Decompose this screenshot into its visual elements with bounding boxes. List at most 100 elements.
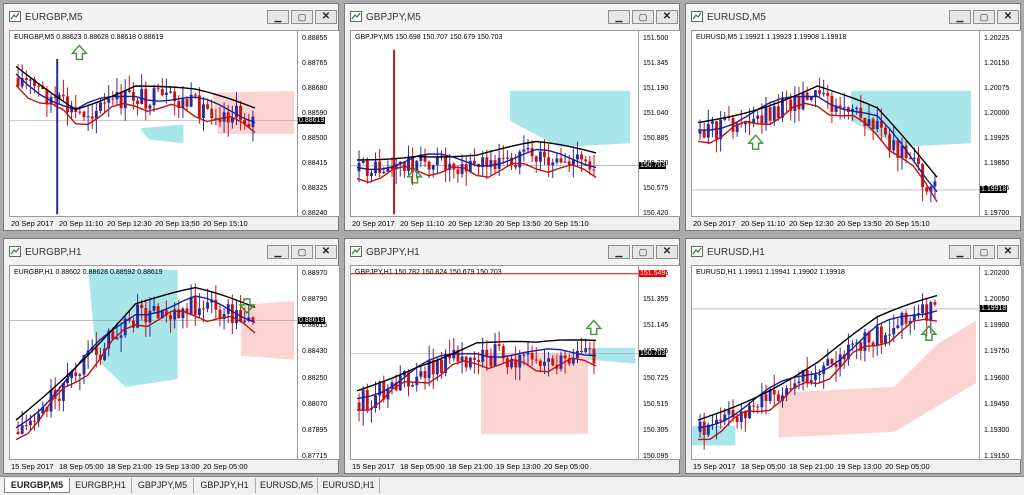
chart-window-eurusd-m5[interactable]: EURUSD,M5 ▁ ▢ ✕ EURUSD,M5 1.19921 1.19923 1.… (685, 3, 1022, 231)
time-tick-label: 20 Sep 13:50 (496, 219, 541, 228)
close-button[interactable]: ✕ (656, 245, 678, 259)
candle-body (543, 361, 546, 366)
price-axis[interactable]: 151.565151.355151.145150.935150.725150.5… (639, 265, 681, 460)
current-price-label: 1.19918 (980, 185, 1008, 193)
time-tick-label: 20 Sep 05:00 (544, 462, 589, 471)
price-tick-label: 1.20050 (984, 296, 1010, 304)
close-button[interactable]: ✕ (997, 10, 1019, 24)
chart-window-gbpjpy-m5[interactable]: GBPJPY,M5 ▁ ▢ ✕ GBPJPY,M5 150.698 150.707 15… (344, 3, 681, 231)
chart-quote-info: EURUSD,M5 1.19921 1.19923 1.19908 1.1991… (696, 34, 847, 41)
candle-body (427, 161, 431, 170)
maximize-button[interactable]: ▢ (291, 245, 313, 259)
chart-tab-eurgbp-h1[interactable]: EURGBP,H1 (70, 478, 132, 493)
candle-body (842, 107, 846, 109)
minimize-button[interactable]: ▁ (949, 10, 971, 24)
candle-body (197, 308, 201, 316)
time-tick-label: 20 Sep 12:30 (789, 219, 834, 228)
candle-body (567, 161, 571, 165)
minimize-button[interactable]: ▁ (949, 245, 971, 259)
chart-window-eurgbp-m5[interactable]: EURGBP,M5 ▁ ▢ ✕ EURGBP,M5 0.88623 0.88628 0.… (3, 3, 340, 231)
chart-tab-gbpjpy-m5[interactable]: GBPJPY,M5 (132, 478, 194, 493)
chart-window-eurgbp-h1[interactable]: EURGBP,H1 ▁ ▢ ✕ EURGBP,H1 0.88602 0.88628 0.… (3, 238, 340, 474)
chart-title-bar[interactable]: EURGBP,M5 ▁ ▢ ✕ (4, 4, 338, 30)
chart-plot-area[interactable]: GBPJPY,M5 150.698 150.707 150.679 150.70… (350, 30, 639, 217)
close-button[interactable]: ✕ (315, 10, 337, 24)
price-axis[interactable]: 0.88855 0.88765 0.88680 0.88590 0.88500 0.884… (298, 30, 340, 217)
chart-title-bar[interactable]: EURUSD,M5 ▁ ▢ ✕ (686, 4, 1020, 30)
price-axis[interactable]: 1.20225 1.20150 1.20075 1.20000 1.19925 1.198… (980, 30, 1022, 217)
chart-plot-area[interactable]: EURGBP,M5 0.88623 0.88628 0.88618 0.8861… (9, 30, 298, 217)
price-tick-label: 0.88240 (302, 210, 328, 217)
candle-body (871, 342, 875, 346)
price-axis[interactable]: 151.500 151.345 151.190 151.040 150.885 150.7… (639, 30, 681, 217)
price-tick-label: 150.515 (643, 400, 669, 408)
candle-body (435, 157, 439, 166)
chart-plot-area[interactable]: EURUSD,H1 1.19911 1.19941 1.19902 1.1991… (691, 265, 980, 460)
candle-body (580, 350, 584, 353)
time-tick-label: 20 Sep 11:10 (741, 219, 786, 228)
time-tick-label: 20 Sep 05:00 (885, 462, 930, 471)
candle-body (772, 106, 776, 121)
minimize-button[interactable]: ▁ (608, 10, 630, 24)
chart-title-bar[interactable]: EURGBP,H1 ▁ ▢ ✕ (4, 239, 338, 265)
candle-body (505, 358, 509, 368)
price-chart[interactable] (351, 31, 639, 217)
minimize-button[interactable]: ▁ (608, 245, 630, 259)
price-chart[interactable] (692, 31, 980, 217)
chart-tab-eurusd-m5[interactable]: EURUSD,M5 (256, 478, 318, 493)
chart-tab-gbpjpy-h1[interactable]: GBPJPY,H1 (194, 478, 256, 493)
signal-arrow-up (70, 44, 88, 61)
candle-body (369, 173, 373, 177)
candle-body (431, 165, 435, 170)
chart-window-title: GBPJPY,M5 (366, 12, 421, 23)
time-tick-label: 20 Sep 12:30 (448, 219, 493, 228)
maximize-button[interactable]: ▢ (973, 245, 995, 259)
price-axis[interactable]: 1.20200 1.20050 1.19900 1.19750 1.19600 1.194… (980, 265, 1022, 460)
chart-window-eurusd-h1[interactable]: EURUSD,H1 ▁ ▢ ✕ EURUSD,H1 1.19911 1.19941 1.… (685, 238, 1022, 474)
time-axis: 15 Sep 2017 18 Sep 05:00 18 Sep 21:00 19 Se… (9, 460, 340, 474)
candle-body (164, 92, 168, 96)
candle-body (382, 171, 386, 173)
chart-title-bar[interactable]: GBPJPY,M5 ▁ ▢ ✕ (345, 4, 679, 30)
maximize-button[interactable]: ▢ (291, 10, 313, 24)
candle-body (365, 390, 369, 410)
minimize-button[interactable]: ▁ (267, 245, 289, 259)
time-tick-label: 20 Sep 2017 (352, 219, 395, 228)
candle-body (756, 406, 760, 408)
chart-plot-area[interactable]: GBPJPY,H1 150.782 150.824 150.679 150.70… (350, 265, 639, 460)
price-tick-label: 150.885 (643, 135, 669, 142)
candle-body (580, 154, 584, 160)
maximize-button[interactable]: ▢ (632, 10, 654, 24)
chart-title-bar[interactable]: EURUSD,H1 ▁ ▢ ✕ (686, 239, 1020, 265)
time-tick-label: 18 Sep 05:00 (59, 462, 104, 471)
close-button[interactable]: ✕ (997, 245, 1019, 259)
candle-body (584, 348, 588, 353)
price-axis[interactable]: 0.88970 0.88790 0.88615 0.88430 0.88250 0.880… (298, 265, 340, 460)
maximize-button[interactable]: ▢ (973, 10, 995, 24)
candle-body (900, 145, 904, 159)
price-tick-label: 1.20000 (984, 110, 1010, 117)
price-chart[interactable] (351, 266, 639, 460)
candle-body (776, 106, 780, 118)
close-button[interactable]: ✕ (315, 245, 337, 259)
chart-plot-area[interactable]: EURGBP,H1 0.88602 0.88628 0.88592 0.8861… (9, 265, 298, 460)
candle-body (884, 335, 887, 344)
price-tick-label: 1.19700 (984, 210, 1010, 217)
price-chart[interactable] (692, 266, 980, 460)
chart-plot-area[interactable]: EURUSD,M5 1.19921 1.19923 1.19908 1.1991… (691, 30, 980, 217)
current-price-label: 0.88619 (298, 116, 326, 124)
chart-tab-eurgbp-m5[interactable]: EURGBP,M5 (4, 478, 70, 493)
candle-body (181, 308, 185, 319)
candle-body (378, 161, 382, 173)
chart-title-bar[interactable]: GBPJPY,H1 ▁ ▢ ✕ (345, 239, 679, 265)
current-price-label: 150.703 (639, 349, 667, 357)
price-chart[interactable] (10, 31, 298, 217)
chart-tab-eurusd-h1[interactable]: EURUSD,H1 (318, 478, 380, 493)
candle-body (497, 344, 501, 347)
close-button[interactable]: ✕ (656, 10, 678, 24)
chart-quote-info: GBPJPY,M5 150.698 150.707 150.679 150.70… (355, 34, 503, 41)
minimize-button[interactable]: ▁ (267, 10, 289, 24)
price-chart[interactable] (10, 266, 298, 460)
maximize-button[interactable]: ▢ (632, 245, 654, 259)
chart-window-gbpjpy-h1[interactable]: GBPJPY,H1 ▁ ▢ ✕ GBPJPY,H1 150.782 150.824 15… (344, 238, 681, 474)
